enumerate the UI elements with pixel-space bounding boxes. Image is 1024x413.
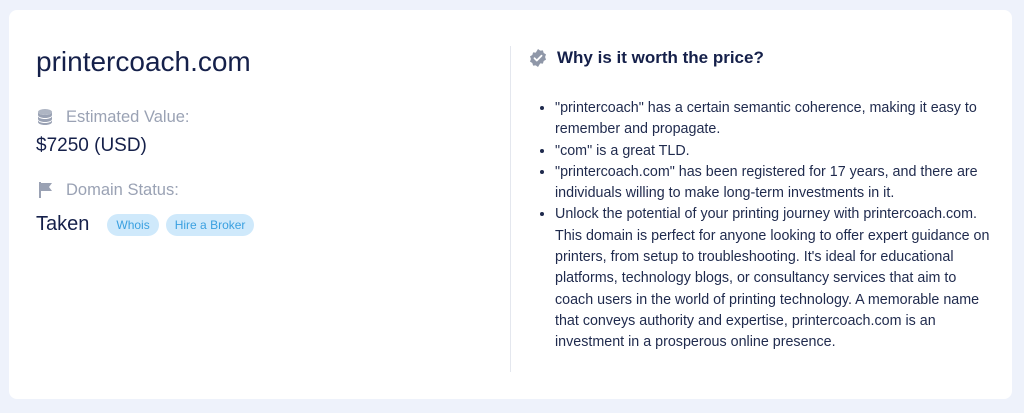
estimated-value-label-row: Estimated Value: [36, 106, 476, 128]
coins-icon [36, 107, 56, 127]
worth-title: Why is it worth the price? [557, 48, 764, 67]
vertical-divider [510, 46, 511, 372]
list-item: "printercoach.com" has been registered f… [555, 162, 993, 205]
domain-name: printercoach.com [36, 46, 251, 77]
domain-summary: printercoach.com Estimated Value: $7250 … [36, 44, 476, 236]
domain-status-label: Domain Status: [66, 180, 179, 199]
domain-info-card: printercoach.com Estimated Value: $7250 … [9, 10, 1012, 399]
domain-status-value: Taken [36, 213, 90, 235]
estimated-value-label: Estimated Value: [66, 107, 190, 126]
domain-status-row: Taken Whois Hire a Broker [36, 213, 476, 236]
verified-badge-icon [528, 48, 548, 68]
list-item: Unlock the potential of your printing jo… [555, 204, 993, 353]
worth-header: Why is it worth the price? [528, 46, 993, 70]
reasons-list: "printercoach" has a certain semantic co… [528, 98, 993, 354]
whois-button[interactable]: Whois [107, 213, 159, 236]
flag-icon [36, 180, 56, 200]
list-item: "com" is a great TLD. [555, 141, 993, 162]
hire-broker-button[interactable]: Hire a Broker [165, 213, 255, 236]
list-item: "printercoach" has a certain semantic co… [555, 98, 993, 141]
domain-status-label-row: Domain Status: [36, 179, 476, 201]
worth-section: Why is it worth the price? "printercoach… [528, 46, 993, 354]
estimated-value: $7250 (USD) [36, 135, 147, 156]
